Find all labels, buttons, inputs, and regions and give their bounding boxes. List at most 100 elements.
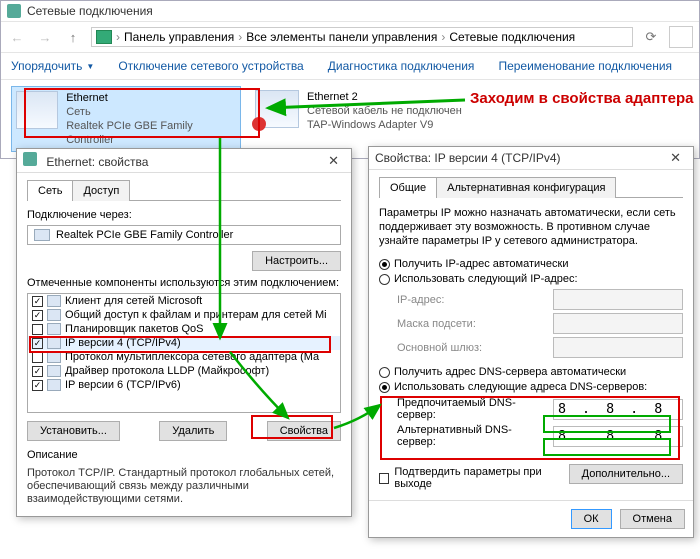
up-button[interactable]: ↑ xyxy=(63,27,83,47)
gateway-input xyxy=(553,337,683,358)
nav-toolbar: ← → ↑ › Панель управления › Все элементы… xyxy=(1,21,699,53)
adapter-status: Сеть xyxy=(66,105,236,119)
tab-general[interactable]: Общие xyxy=(379,177,437,198)
back-button[interactable]: ← xyxy=(7,27,27,47)
protocol-icon xyxy=(47,295,61,307)
breadcrumb[interactable]: › Панель управления › Все элементы панел… xyxy=(91,27,633,47)
description-text: Протокол TCP/IP. Стандартный протокол гл… xyxy=(27,467,341,506)
dns2-label: Альтернативный DNS-сервер: xyxy=(397,424,547,448)
component-row[interactable]: Протокол мультиплексора сетевого адаптер… xyxy=(28,350,340,364)
dialog-icon xyxy=(23,152,37,166)
protocol-icon xyxy=(47,323,61,335)
subnet-mask-label: Маска подсети: xyxy=(397,318,547,330)
component-label: Планировщик пакетов QoS xyxy=(65,323,204,335)
checkbox-icon[interactable]: ✓ xyxy=(32,366,43,377)
checkbox-icon[interactable]: ✓ xyxy=(32,296,43,307)
control-panel-icon xyxy=(96,30,112,44)
properties-button[interactable]: Свойства xyxy=(267,421,341,441)
remove-button[interactable]: Удалить xyxy=(159,421,227,441)
component-label: Протокол мультиплексора сетевого адаптер… xyxy=(65,351,319,363)
dns1-label: Предпочитаемый DNS-сервер: xyxy=(397,397,547,421)
component-row[interactable]: ✓ Драйвер протокола LLDP (Майкрософт) xyxy=(28,364,340,378)
dns2-input[interactable] xyxy=(553,426,683,447)
adapter-status: Сетевой кабель не подключен xyxy=(307,104,462,118)
gateway-label: Основной шлюз: xyxy=(397,342,547,354)
cancel-button[interactable]: Отмена xyxy=(620,509,685,529)
tab-network[interactable]: Сеть xyxy=(27,180,73,201)
organize-menu[interactable]: Упорядочить ▼ xyxy=(11,59,94,73)
advanced-button[interactable]: Дополнительно... xyxy=(569,464,683,484)
close-button[interactable]: ✕ xyxy=(322,153,345,169)
dns-manual-radio[interactable]: Использовать следующие адреса DNS-сервер… xyxy=(379,381,683,393)
protocol-icon xyxy=(47,379,61,391)
component-row[interactable]: ✓ IP версии 4 (TCP/IPv4) xyxy=(28,336,340,350)
main-titlebar: Сетевые подключения xyxy=(1,1,699,21)
adapter-icon xyxy=(255,90,299,128)
adapter-device: Realtek PCIe GBE Family Controller xyxy=(66,119,236,147)
search-box[interactable] xyxy=(669,26,693,48)
ipv4-title: Свойства: IP версии 4 (TCP/IPv4) xyxy=(375,151,561,165)
install-button[interactable]: Установить... xyxy=(27,421,120,441)
adapter-field: Realtek PCIe GBE Family Controller xyxy=(27,225,341,245)
checkbox-icon[interactable]: ✓ xyxy=(32,338,43,349)
ipv4-properties-dialog: Свойства: IP версии 4 (TCP/IPv4) ✕ Общие… xyxy=(368,146,694,538)
adapter-name: Ethernet xyxy=(66,91,236,105)
ok-button[interactable]: ОК xyxy=(571,509,612,529)
breadcrumb-item[interactable]: Панель управления xyxy=(124,30,234,44)
refresh-button[interactable]: ⟳ xyxy=(641,27,661,47)
component-label: Общий доступ к файлам и принтерам для се… xyxy=(65,309,327,321)
protocol-icon xyxy=(47,351,61,363)
checkbox-icon[interactable] xyxy=(32,324,43,335)
validate-checkbox[interactable]: Подтвердить параметры при выходе xyxy=(379,466,569,490)
checkbox-icon[interactable] xyxy=(32,352,43,363)
breadcrumb-item[interactable]: Все элементы панели управления xyxy=(246,30,437,44)
components-label: Отмеченные компоненты используются этим … xyxy=(27,277,341,289)
close-button[interactable]: ✕ xyxy=(664,150,687,166)
command-bar: Упорядочить ▼ Отключение сетевого устрой… xyxy=(1,53,699,80)
dns-auto-radio[interactable]: Получить адрес DNS-сервера автоматически xyxy=(379,366,683,378)
component-label: Клиент для сетей Microsoft xyxy=(65,295,202,307)
adapter-device: TAP-Windows Adapter V9 xyxy=(307,118,462,132)
ip-auto-radio[interactable]: Получить IP-адрес автоматически xyxy=(379,258,683,270)
diagnose-link[interactable]: Диагностика подключения xyxy=(328,59,475,73)
description-header: Описание xyxy=(27,449,341,461)
adapter-ethernet[interactable]: Ethernet Сеть Realtek PCIe GBE Family Co… xyxy=(11,86,241,152)
adapter-name: Ethernet 2 xyxy=(307,90,462,104)
protocol-icon xyxy=(47,337,61,349)
protocol-icon xyxy=(47,365,61,377)
ip-address-input xyxy=(553,289,683,310)
component-label: IP версии 4 (TCP/IPv4) xyxy=(65,337,181,349)
props-title: Ethernet: свойства xyxy=(46,155,148,169)
adapter-icon xyxy=(16,91,58,129)
ipv4-tabs: Общие Альтернативная конфигурация xyxy=(379,176,683,198)
components-list[interactable]: ✓ Клиент для сетей Microsoft ✓ Общий доступ… xyxy=(27,293,341,413)
disable-device-link[interactable]: Отключение сетевого устройства xyxy=(118,59,303,73)
breadcrumb-item[interactable]: Сетевые подключения xyxy=(449,30,575,44)
tab-alt-config[interactable]: Альтернативная конфигурация xyxy=(436,177,616,198)
network-connections-icon xyxy=(7,4,21,18)
adapter-ethernet2[interactable]: Ethernet 2 Сетевой кабель не подключен T… xyxy=(251,86,481,152)
ipv4-blurb: Параметры IP можно назначать автоматичес… xyxy=(379,206,683,248)
annotation-text: Заходим в свойства адаптера xyxy=(470,90,694,107)
component-row[interactable]: Планировщик пакетов QoS xyxy=(28,322,340,336)
component-row[interactable]: ✓ IP версии 6 (TCP/IPv6) xyxy=(28,378,340,392)
rename-link[interactable]: Переименование подключения xyxy=(498,59,672,73)
ip-manual-radio[interactable]: Использовать следующий IP-адрес: xyxy=(379,273,683,285)
dns1-input[interactable] xyxy=(553,399,683,420)
component-row[interactable]: ✓ Клиент для сетей Microsoft xyxy=(28,294,340,308)
component-label: Драйвер протокола LLDP (Майкрософт) xyxy=(65,365,269,377)
forward-button[interactable]: → xyxy=(35,27,55,47)
connect-via-label: Подключение через: xyxy=(27,209,341,221)
ip-address-label: IP-адрес: xyxy=(397,294,547,306)
subnet-mask-input xyxy=(553,313,683,334)
checkbox-icon[interactable]: ✓ xyxy=(32,380,43,391)
component-row[interactable]: ✓ Общий доступ к файлам и принтерам для с… xyxy=(28,308,340,322)
ethernet-properties-dialog: Ethernet: свойства ✕ Сеть Доступ Подключ… xyxy=(16,148,352,517)
props-tabs: Сеть Доступ xyxy=(27,179,341,201)
network-adapter-icon xyxy=(34,229,50,241)
configure-button[interactable]: Настроить... xyxy=(252,251,341,271)
checkbox-icon[interactable]: ✓ xyxy=(32,310,43,321)
component-label: IP версии 6 (TCP/IPv6) xyxy=(65,379,181,391)
main-title: Сетевые подключения xyxy=(27,4,153,18)
tab-sharing[interactable]: Доступ xyxy=(72,180,130,201)
